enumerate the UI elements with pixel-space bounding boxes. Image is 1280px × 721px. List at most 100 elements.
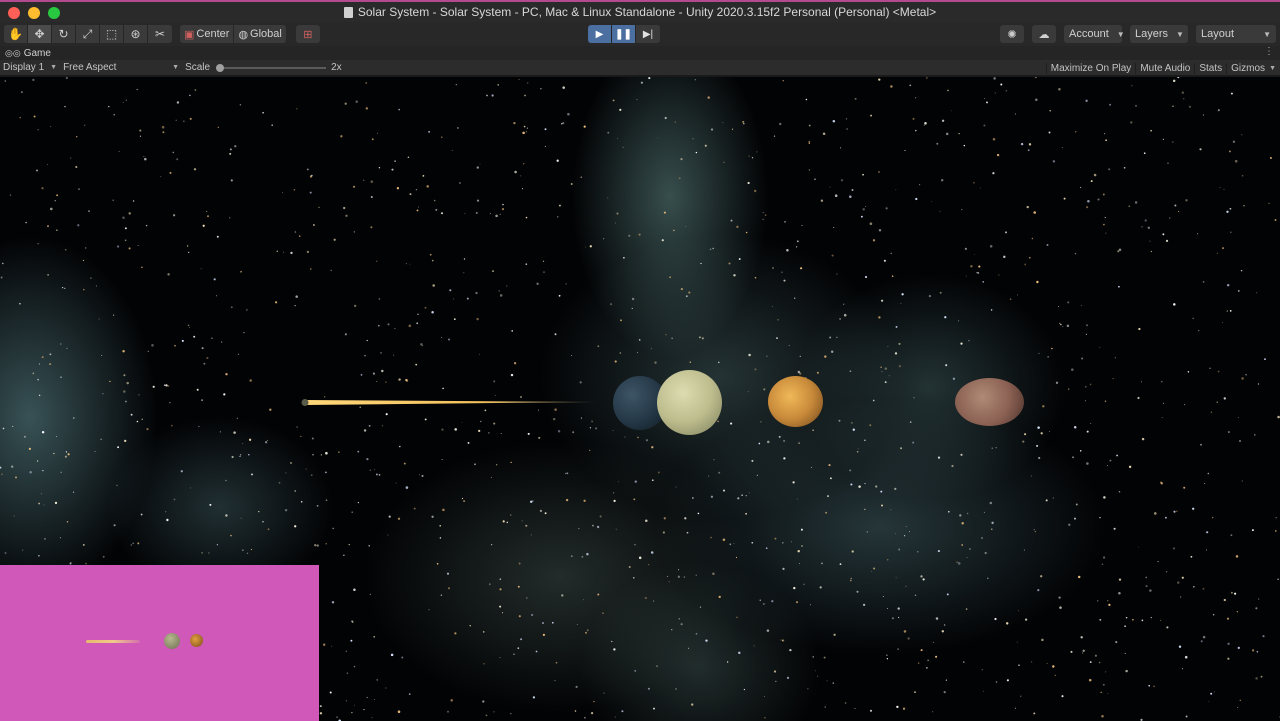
layout-label: Layout	[1201, 28, 1235, 40]
star	[885, 207, 888, 210]
star	[628, 234, 631, 237]
star	[1066, 324, 1070, 328]
star	[2, 262, 4, 265]
mute-audio-toggle[interactable]: Mute Audio	[1135, 62, 1194, 74]
planet-venus[interactable]	[657, 370, 722, 435]
star	[607, 131, 610, 134]
star	[1060, 323, 1062, 326]
star	[319, 712, 323, 715]
cloud-button[interactable]: ☁	[1032, 25, 1056, 43]
move-icon: ✥	[34, 27, 45, 41]
game-viewport[interactable]	[0, 77, 1280, 721]
star	[28, 447, 32, 451]
stats-toggle[interactable]: Stats	[1194, 62, 1226, 74]
star	[476, 166, 479, 169]
star	[491, 94, 494, 97]
planet-mars[interactable]	[955, 378, 1024, 426]
star	[1217, 370, 1220, 373]
star	[762, 212, 764, 214]
star	[1073, 517, 1077, 520]
star	[381, 369, 384, 373]
star	[300, 435, 302, 438]
star	[366, 457, 369, 461]
layers-dropdown[interactable]: Layers ▼	[1130, 25, 1188, 43]
grid-snap-button[interactable]: ⊞	[295, 25, 320, 43]
star	[463, 258, 466, 260]
star	[189, 117, 192, 120]
star	[405, 486, 409, 489]
star	[554, 333, 557, 336]
collab-button[interactable]: ✺	[1000, 25, 1024, 43]
rotate-tool-button[interactable]: ↻	[52, 25, 76, 43]
star	[680, 158, 683, 161]
star	[500, 432, 502, 434]
star	[23, 435, 26, 438]
transform-tool-button[interactable]: ⊛	[124, 25, 148, 43]
star	[294, 490, 296, 492]
star	[523, 125, 526, 128]
star	[139, 129, 142, 132]
star	[1047, 356, 1049, 358]
tab-menu-icon[interactable]: ⋮	[1264, 46, 1274, 57]
layers-label: Layers	[1135, 28, 1169, 40]
layout-dropdown[interactable]: Layout ▼	[1196, 25, 1276, 43]
pause-button[interactable]: ❚❚	[612, 25, 636, 43]
scale-tool-button[interactable]: ⤢	[76, 25, 100, 43]
tab-game[interactable]: ◎◎ Game	[0, 48, 51, 59]
play-button[interactable]: ▶	[588, 25, 612, 43]
star	[499, 578, 502, 580]
star	[454, 428, 457, 431]
gizmos-toggle[interactable]: Gizmos ▼	[1226, 62, 1280, 74]
star	[54, 501, 58, 505]
close-window-button[interactable]	[8, 7, 20, 19]
star	[1206, 531, 1209, 534]
aspect-dropdown[interactable]: Free Aspect ▼	[60, 62, 182, 73]
star	[429, 253, 432, 256]
star	[751, 541, 754, 544]
planet-mercury[interactable]	[768, 376, 823, 427]
pivot-mode-button[interactable]: ▣ Center	[180, 25, 235, 43]
star	[1114, 357, 1116, 359]
star	[984, 551, 987, 555]
star	[966, 556, 968, 559]
display-dropdown[interactable]: Display 1 ▼	[0, 62, 60, 73]
rect-tool-button[interactable]: ⬚	[100, 25, 124, 43]
star	[741, 494, 743, 497]
move-tool-button[interactable]: ✥	[28, 25, 52, 43]
star	[522, 131, 525, 135]
star	[441, 428, 444, 431]
star	[1005, 231, 1007, 234]
star	[1059, 322, 1061, 324]
star	[1033, 712, 1036, 715]
scale-slider[interactable]	[216, 63, 327, 73]
pause-icon: ❚❚	[615, 28, 632, 40]
star	[875, 485, 878, 488]
hand-tool-button[interactable]: ✋	[4, 25, 28, 43]
pivot-space-button[interactable]: ◍ Global	[234, 25, 286, 43]
star	[47, 225, 49, 227]
star	[941, 630, 945, 633]
star	[41, 187, 44, 190]
rotate-icon: ↻	[58, 27, 69, 41]
star	[403, 462, 406, 465]
star	[857, 448, 859, 450]
star	[1048, 431, 1050, 433]
star	[113, 113, 116, 116]
star	[498, 290, 500, 292]
minimize-window-button[interactable]	[28, 7, 40, 19]
account-dropdown[interactable]: Account ▼	[1064, 25, 1125, 43]
star	[365, 107, 368, 110]
maximize-on-play-toggle[interactable]: Maximize On Play	[1045, 62, 1136, 74]
star	[678, 618, 680, 620]
star	[614, 716, 616, 718]
scale-slider-thumb[interactable]	[216, 63, 225, 72]
star	[387, 323, 390, 326]
star	[64, 248, 67, 251]
star	[38, 555, 40, 557]
maximize-window-button[interactable]	[48, 7, 60, 19]
custom-tool-button[interactable]: ✂	[148, 25, 172, 43]
step-button[interactable]: ▶|	[636, 25, 660, 43]
star	[239, 455, 241, 458]
star	[484, 409, 487, 412]
star	[432, 284, 435, 287]
